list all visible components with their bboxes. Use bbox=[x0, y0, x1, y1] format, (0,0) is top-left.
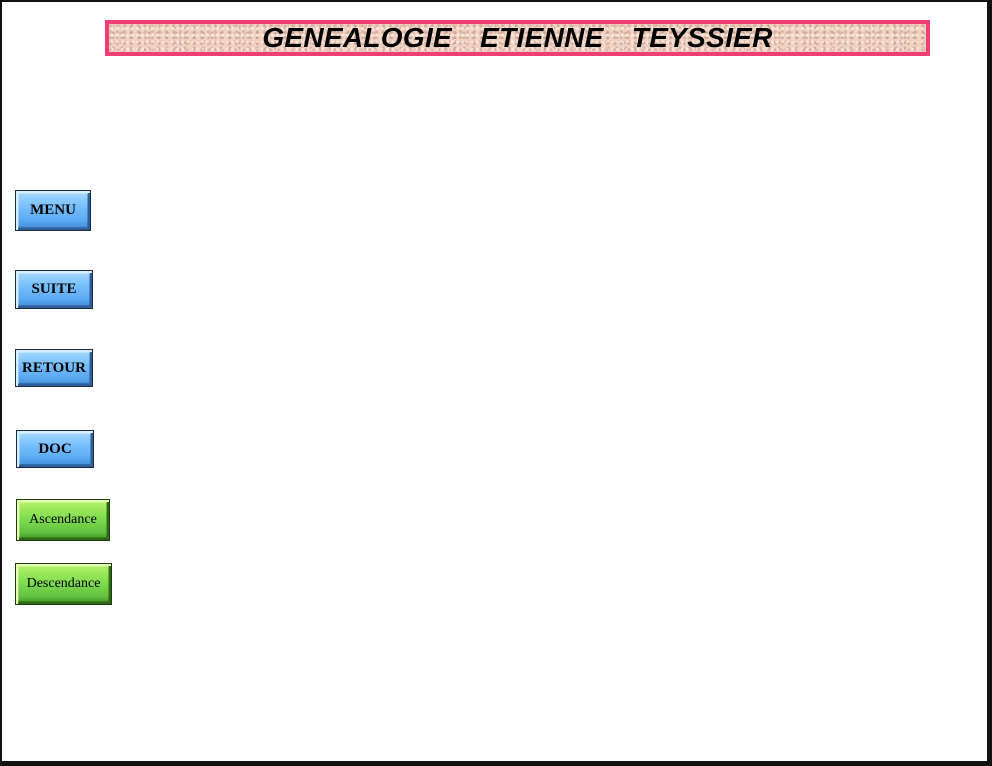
descendance-button[interactable]: Descendance bbox=[15, 563, 112, 605]
doc-button[interactable]: DOC bbox=[16, 430, 94, 468]
suite-button[interactable]: SUITE bbox=[15, 270, 93, 309]
header-banner: GENEALOGIE ETIENNE TEYSSIER bbox=[105, 20, 930, 56]
menu-button[interactable]: MENU bbox=[15, 190, 91, 231]
page-frame: GENEALOGIE ETIENNE TEYSSIER MENU SUITE R… bbox=[0, 0, 992, 766]
page-title: GENEALOGIE ETIENNE TEYSSIER bbox=[262, 22, 773, 53]
ascendance-button[interactable]: Ascendance bbox=[16, 499, 110, 541]
retour-button[interactable]: RETOUR bbox=[15, 349, 93, 387]
